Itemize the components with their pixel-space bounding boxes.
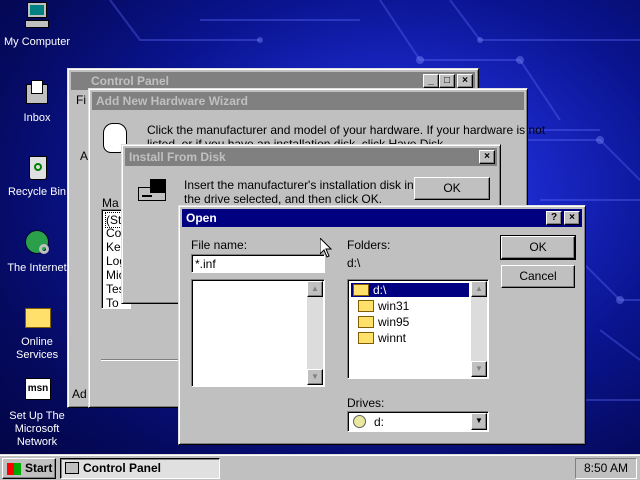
folder-tree[interactable]: d:\ win31 win95 winnt ▲ ▼ [347, 279, 489, 379]
open-cancel-button[interactable]: Cancel [501, 265, 575, 288]
drive-value: d: [374, 415, 385, 429]
scroll-up-button[interactable]: ▲ [307, 281, 323, 297]
desktop-icon-label: The Internet [7, 262, 67, 274]
manufacturers-label: Ma [102, 196, 119, 210]
folder-scrollbar[interactable]: ▲ ▼ [471, 281, 487, 377]
drives-select[interactable]: d: ▼ [347, 411, 489, 432]
msn-icon: msn [21, 376, 53, 408]
control-panel-icon [65, 462, 79, 474]
scroll-up-button[interactable]: ▲ [471, 281, 487, 297]
folder-icon [358, 315, 374, 328]
desktop-icon-label: Set Up The Microsoft Network [9, 410, 65, 448]
file-list-scrollbar[interactable]: ▲ ▼ [307, 281, 323, 385]
start-button[interactable]: Start [2, 458, 56, 479]
menu-file[interactable]: File [76, 93, 86, 107]
folder-icon [358, 331, 374, 344]
folder-icon [21, 302, 53, 334]
wizard-instruction-line1: Click the manufacturer and model of your… [147, 123, 546, 137]
computer-icon [21, 2, 53, 34]
desktop-icon-label: Inbox [23, 112, 51, 124]
current-path: d:\ [347, 256, 361, 270]
open-title: Open [186, 211, 217, 225]
desktop-icon-label: My Computer [3, 36, 71, 48]
windows-logo-icon [7, 463, 21, 475]
install-message-line1: Insert the manufacturer's installation d… [184, 178, 424, 192]
mouse-pointer-icon [320, 238, 332, 258]
internet-globe-icon [21, 228, 53, 260]
system-tray: 8:50 AM [575, 458, 637, 479]
list-item[interactable]: To [106, 296, 119, 308]
desktop-icon-inbox[interactable]: Inbox [0, 78, 74, 125]
wizard-divider [101, 359, 181, 361]
install-title: Install From Disk [129, 150, 226, 164]
open-ok-button[interactable]: OK [500, 235, 576, 260]
inbox-icon [21, 78, 53, 110]
folder-icon [358, 299, 374, 312]
taskbar: Start Control Panel 8:50 AM [0, 454, 640, 480]
dropdown-arrow-icon[interactable]: ▼ [471, 413, 487, 430]
wizard-title: Add New Hardware Wizard [96, 94, 248, 108]
file-name-input[interactable]: *.inf [191, 254, 325, 273]
desktop-icon-label: Online Services [16, 336, 59, 361]
open-folder-icon [353, 283, 369, 296]
floppy-drive-icon [138, 179, 172, 203]
folder-item[interactable]: win31 [358, 299, 409, 313]
maximize-button[interactable]: □ [439, 74, 455, 88]
clock[interactable]: 8:50 AM [584, 461, 628, 475]
folder-item[interactable]: win95 [358, 315, 409, 329]
desktop-icon-the-internet[interactable]: The Internet [0, 228, 74, 275]
file-name-label: File name: [191, 238, 248, 252]
desktop-icon-recycle-bin[interactable]: Recycle Bin [0, 152, 74, 199]
install-titlebar[interactable]: Install From Disk × [125, 148, 497, 166]
desktop-icon-label: Recycle Bin [7, 186, 67, 198]
file-name-value: *.inf [195, 257, 216, 271]
control-panel-letter: A [80, 149, 89, 163]
minimize-button[interactable]: _ [423, 74, 439, 88]
control-panel-adder-label: Ad [72, 387, 87, 401]
open-dialog[interactable]: Open ? × File name: *.inf ▲ ▼ Folders: d… [178, 205, 586, 445]
scroll-down-button[interactable]: ▼ [307, 369, 323, 385]
folders-label: Folders: [347, 238, 391, 252]
close-button[interactable]: × [564, 211, 580, 225]
install-message-line2: the drive selected, and then click OK. [184, 192, 383, 206]
recycle-bin-icon [21, 152, 53, 184]
wizard-titlebar[interactable]: Add New Hardware Wizard [92, 92, 524, 110]
install-ok-button[interactable]: OK [414, 177, 490, 200]
cd-drive-icon [353, 415, 366, 428]
close-button[interactable]: × [479, 150, 495, 164]
taskbar-task-control-panel[interactable]: Control Panel [60, 458, 220, 479]
folder-item-selected[interactable]: d:\ [351, 283, 469, 297]
file-list[interactable]: ▲ ▼ [191, 279, 325, 387]
close-button[interactable]: × [457, 74, 473, 88]
desktop-icon-online-services[interactable]: Online Services [0, 302, 74, 362]
desktop-icon-msn[interactable]: msn Set Up The Microsoft Network [0, 376, 74, 449]
folder-item[interactable]: winnt [358, 331, 406, 345]
drives-label: Drives: [347, 396, 385, 410]
desktop-icon-my-computer[interactable]: My Computer [0, 2, 74, 49]
help-button[interactable]: ? [546, 211, 562, 225]
scroll-down-button[interactable]: ▼ [471, 361, 487, 377]
open-titlebar[interactable]: Open ? × [182, 209, 582, 227]
